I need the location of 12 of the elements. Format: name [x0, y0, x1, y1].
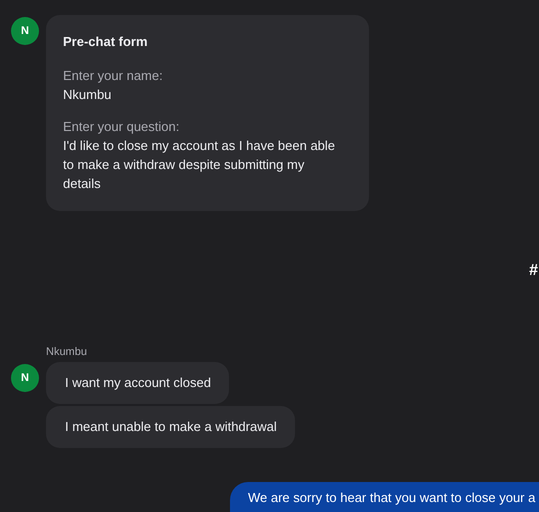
hash-mark: # [529, 262, 538, 280]
avatar: N [11, 364, 39, 392]
form-title: Pre-chat form [63, 34, 149, 49]
sender-name: Nkumbu [46, 346, 88, 358]
avatar: N [11, 17, 39, 45]
agent-message-bubble: We are sorry to hear that you want to close your a [230, 482, 539, 512]
field-label: Enter your question: [63, 118, 180, 136]
field-label: Enter your name: [63, 67, 164, 85]
field-value: Nkumbu [63, 86, 112, 104]
message-bubble: I meant unable to make a withdrawal [46, 406, 295, 448]
field-value: I'd like to close my account as I have been able to make a withdraw despite submitting my details [63, 137, 336, 193]
message-bubble: I want my account closed [46, 362, 229, 404]
